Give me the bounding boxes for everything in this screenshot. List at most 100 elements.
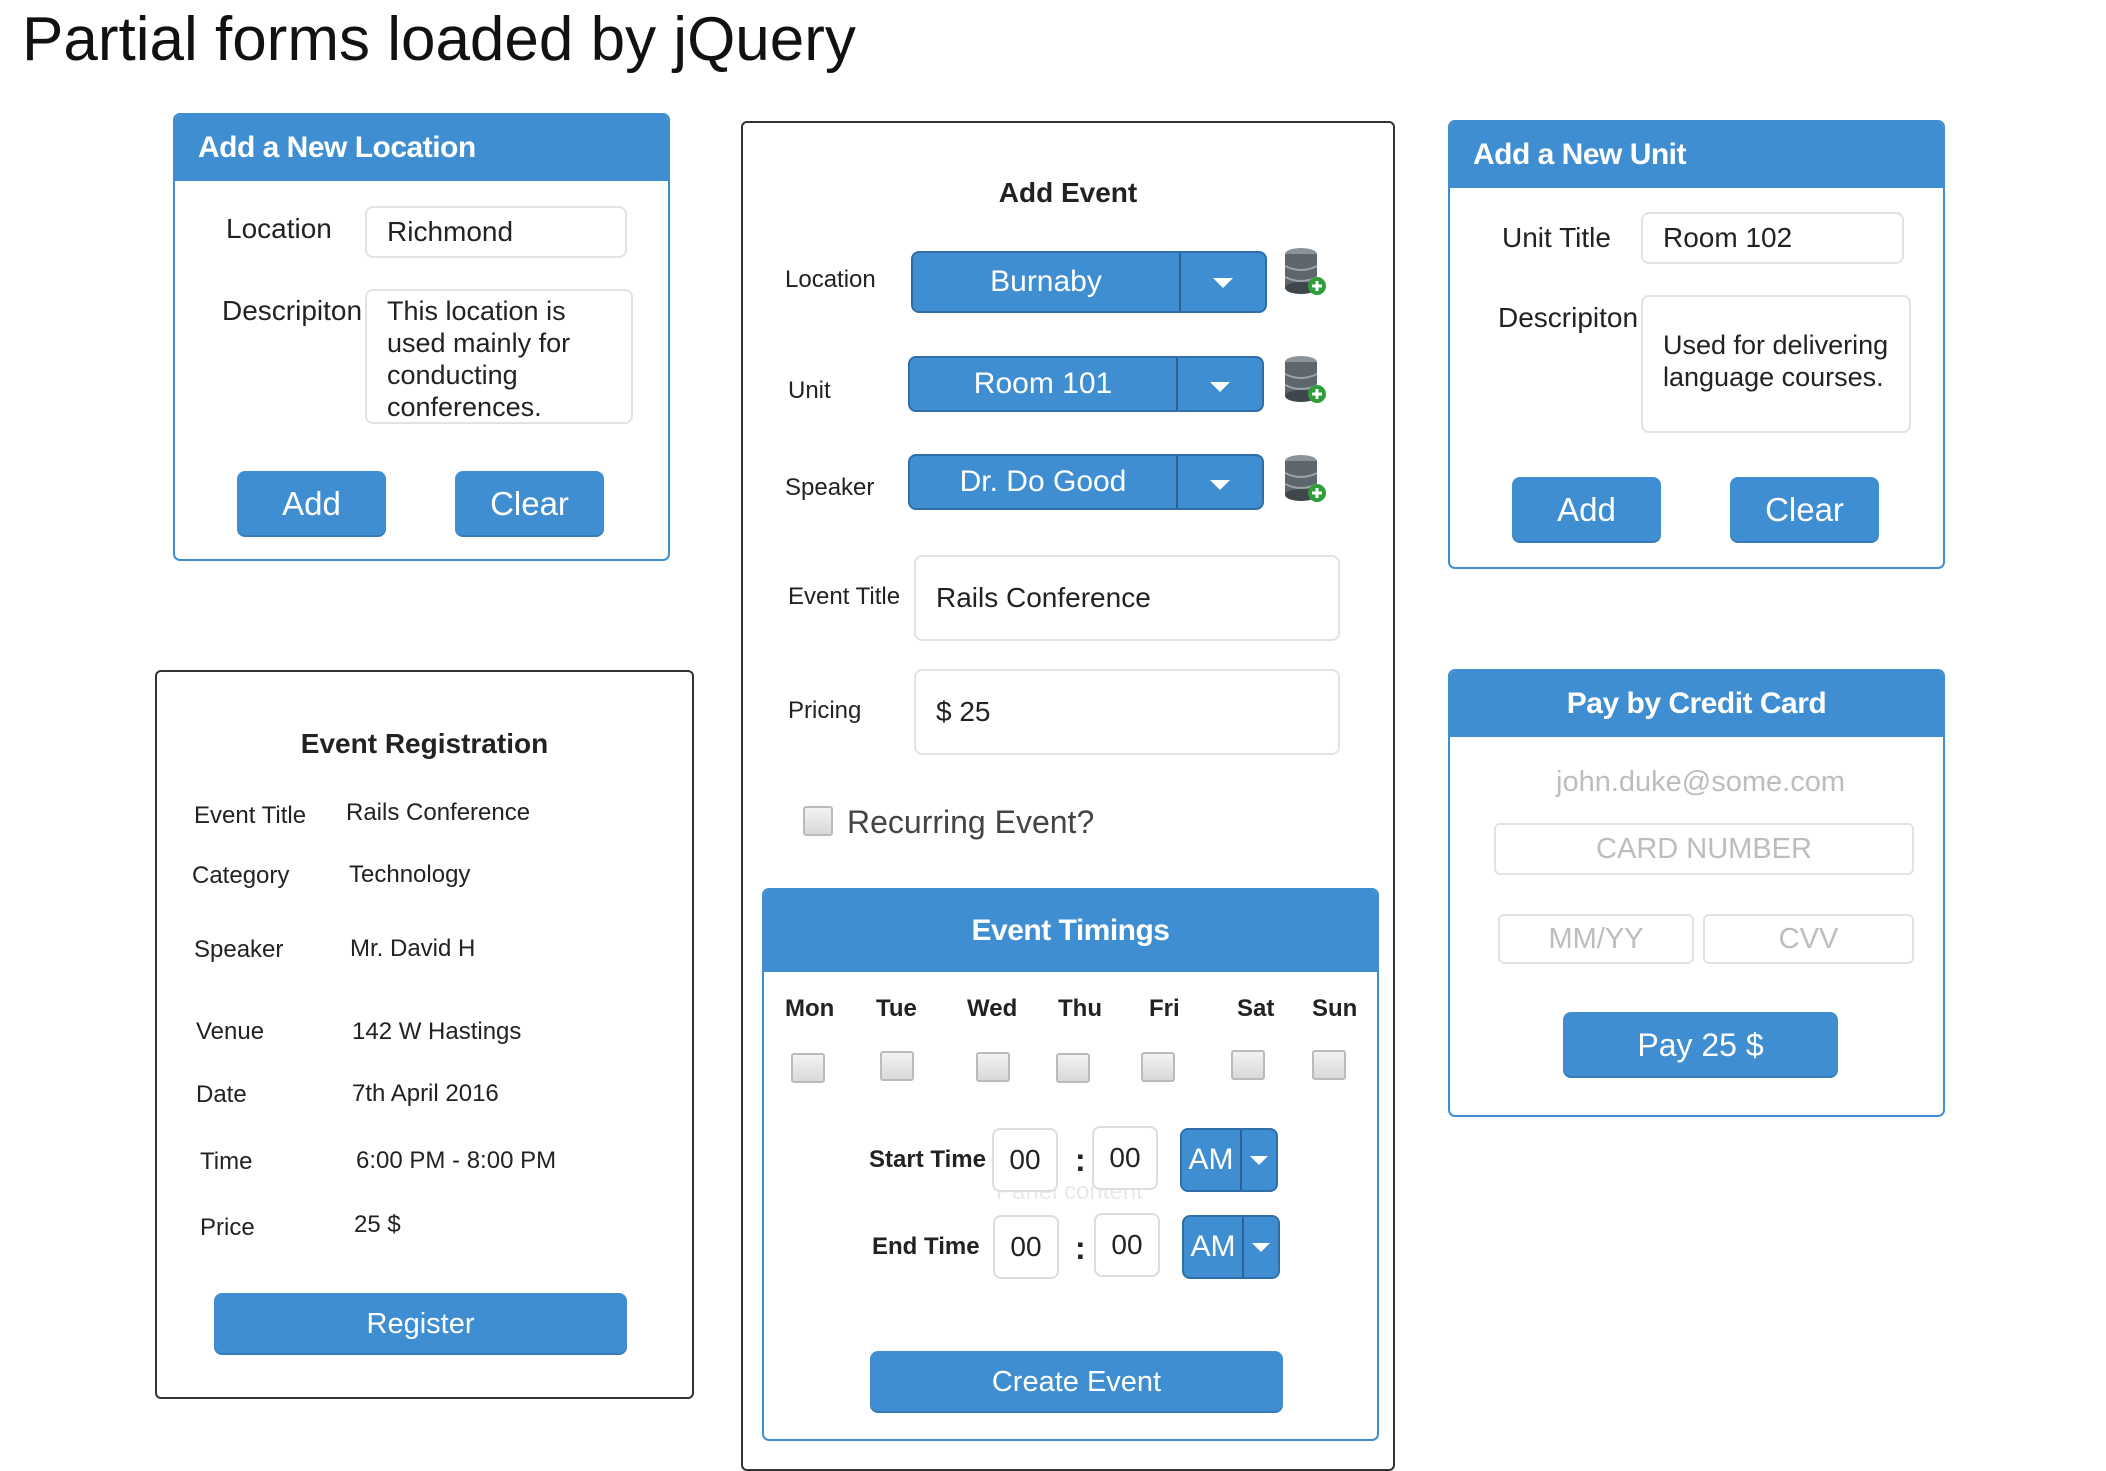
- event-location-value: Burnaby: [990, 265, 1102, 298]
- create-event-button[interactable]: Create Event: [870, 1351, 1283, 1413]
- location-label: Location: [226, 213, 332, 244]
- end-time-label: End Time: [872, 1233, 980, 1260]
- email-field[interactable]: john.duke@some.com: [1494, 757, 1907, 807]
- credit-card-title: Pay by Credit Card: [1566, 687, 1827, 720]
- chevron-down-icon: [1210, 382, 1230, 392]
- event-timings-title: Event Timings: [971, 914, 1171, 947]
- end-minute-input[interactable]: 00: [1094, 1213, 1160, 1277]
- end-ampm-value: AM: [1190, 1230, 1236, 1263]
- day-checkbox-sat[interactable]: [1231, 1050, 1265, 1080]
- select-separator: [1176, 456, 1178, 508]
- event-title-label: Event Title: [788, 583, 901, 610]
- credit-card-header: Pay by Credit Card: [1450, 671, 1943, 737]
- location-clear-button[interactable]: Clear: [455, 471, 604, 537]
- event-location-select[interactable]: Burnaby: [911, 251, 1267, 313]
- location-input[interactable]: Richmond: [365, 206, 627, 258]
- select-separator: [1176, 358, 1178, 410]
- event-speaker-value: Dr. Do Good: [959, 465, 1127, 498]
- day-checkbox-wed[interactable]: [976, 1052, 1010, 1082]
- select-separator: [1179, 253, 1181, 311]
- database-add-icon[interactable]: [1281, 244, 1329, 300]
- event-unit-label: Unit: [788, 377, 831, 404]
- registration-category-label: Category: [192, 862, 290, 889]
- unit-description-textarea[interactable]: Used for delivering language courses.: [1641, 295, 1911, 433]
- expiry-field[interactable]: MM/YY: [1498, 914, 1694, 964]
- day-label-tue: Tue: [876, 995, 917, 1022]
- day-label-mon: Mon: [785, 995, 835, 1022]
- add-unit-header: Add a New Unit: [1450, 122, 1943, 188]
- start-hour-input[interactable]: 00: [992, 1128, 1058, 1192]
- add-location-header: Add a New Location: [175, 115, 668, 181]
- day-checkbox-fri[interactable]: [1141, 1052, 1175, 1082]
- select-separator: [1242, 1217, 1244, 1277]
- registration-speaker-value: Mr. David H: [350, 935, 476, 962]
- unit-title-label: Unit Title: [1502, 222, 1611, 253]
- registration-price-label: Price: [200, 1214, 255, 1241]
- day-checkbox-thu[interactable]: [1056, 1053, 1090, 1083]
- registration-venue-label: Venue: [196, 1018, 265, 1045]
- database-add-icon[interactable]: [1281, 352, 1329, 408]
- card-number-field[interactable]: CARD NUMBER: [1494, 823, 1914, 875]
- select-separator: [1240, 1130, 1242, 1190]
- add-location-panel: Add a New Location Location Richmond Des…: [173, 113, 670, 561]
- registration-time-label: Time: [200, 1148, 253, 1175]
- day-label-sat: Sat: [1237, 995, 1275, 1022]
- registration-date-label: Date: [196, 1081, 247, 1108]
- event-unit-value: Room 101: [973, 367, 1113, 400]
- recurring-event-checkbox[interactable]: [803, 806, 833, 836]
- registration-date-value: 7th April 2016: [352, 1080, 499, 1107]
- registration-price-value: 25 $: [354, 1211, 401, 1238]
- pay-button[interactable]: Pay 25 $: [1563, 1012, 1838, 1078]
- chevron-down-icon: [1250, 1156, 1268, 1165]
- event-unit-select[interactable]: Room 101: [908, 356, 1264, 412]
- add-event-title: Add Event: [998, 177, 1138, 208]
- start-minute-input[interactable]: 00: [1092, 1126, 1158, 1190]
- add-unit-panel: Add a New Unit Unit Title Room 102 Descr…: [1448, 120, 1945, 569]
- page-title: Partial forms loaded by jQuery: [22, 5, 856, 74]
- registration-speaker-label: Speaker: [194, 936, 284, 963]
- unit-description-label: Descripiton: [1498, 302, 1639, 333]
- start-time-label: Start Time: [869, 1146, 986, 1173]
- credit-card-panel: Pay by Credit Card john.duke@some.com CA…: [1448, 669, 1945, 1117]
- event-location-label: Location: [785, 266, 876, 293]
- day-label-thu: Thu: [1058, 995, 1102, 1022]
- pricing-label: Pricing: [788, 697, 862, 724]
- pricing-input[interactable]: $ 25: [914, 669, 1340, 755]
- add-event-card: Add Event Location Burnaby Unit Room 101…: [741, 121, 1395, 1471]
- start-time-colon: :: [1075, 1142, 1086, 1178]
- day-label-fri: Fri: [1149, 995, 1180, 1022]
- event-speaker-label: Speaker: [785, 474, 875, 501]
- start-ampm-select[interactable]: AM: [1180, 1128, 1278, 1192]
- day-checkbox-sun[interactable]: [1312, 1050, 1346, 1080]
- event-speaker-select[interactable]: Dr. Do Good: [908, 454, 1264, 510]
- event-timings-header: Event Timings: [764, 890, 1377, 972]
- chevron-down-icon: [1213, 278, 1233, 288]
- unit-title-input[interactable]: Room 102: [1641, 212, 1904, 264]
- end-ampm-select[interactable]: AM: [1182, 1215, 1280, 1279]
- location-add-button[interactable]: Add: [237, 471, 386, 537]
- location-description-textarea[interactable]: This location is used mainly for conduct…: [365, 289, 633, 424]
- event-title-input[interactable]: Rails Conference: [914, 555, 1340, 641]
- database-add-icon[interactable]: [1281, 451, 1329, 507]
- unit-add-button[interactable]: Add: [1512, 477, 1661, 543]
- registration-venue-value: 142 W Hastings: [352, 1018, 522, 1045]
- registration-title: Event Registration: [300, 728, 549, 759]
- location-description-label: Descripiton: [222, 295, 363, 326]
- day-label-wed: Wed: [967, 995, 1018, 1022]
- event-timings-panel: Event Timings Panel content Mon Tue Wed …: [762, 888, 1379, 1441]
- registration-category-value: Technology: [349, 861, 471, 888]
- end-time-colon: :: [1075, 1230, 1086, 1266]
- add-unit-title: Add a New Unit: [1473, 138, 1687, 171]
- unit-clear-button[interactable]: Clear: [1730, 477, 1879, 543]
- cvv-field[interactable]: CVV: [1703, 914, 1914, 964]
- event-registration-card: Event Registration Event Title Rails Con…: [155, 670, 694, 1399]
- end-hour-input[interactable]: 00: [993, 1215, 1059, 1279]
- day-checkbox-mon[interactable]: [791, 1053, 825, 1083]
- registration-event-title-label: Event Title: [194, 802, 307, 829]
- day-label-sun: Sun: [1312, 995, 1358, 1022]
- register-button[interactable]: Register: [214, 1293, 627, 1355]
- day-checkbox-tue[interactable]: [880, 1051, 914, 1081]
- chevron-down-icon: [1252, 1243, 1270, 1252]
- registration-time-value: 6:00 PM - 8:00 PM: [356, 1147, 557, 1174]
- start-ampm-value: AM: [1188, 1143, 1234, 1176]
